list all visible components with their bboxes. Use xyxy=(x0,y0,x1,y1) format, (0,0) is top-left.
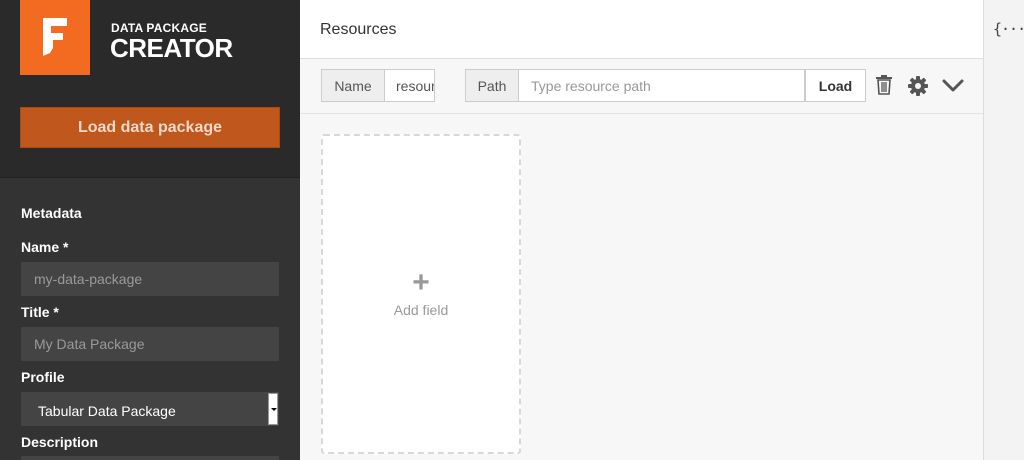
json-panel-strip: {···} xyxy=(983,0,1024,460)
resource-name-input[interactable] xyxy=(385,69,435,102)
logo[interactable] xyxy=(20,0,90,75)
path-addon: Path xyxy=(465,69,519,102)
load-resource-button[interactable]: Load xyxy=(805,69,866,102)
add-field-card[interactable]: + Add field xyxy=(321,134,521,454)
metadata-heading: Metadata xyxy=(21,205,82,221)
sidebar-header: DATA PACKAGE CREATOR Load data package xyxy=(0,0,300,178)
name-addon: Name xyxy=(321,69,385,102)
brand-title: CREATOR xyxy=(110,33,233,63)
add-field-label: Add field xyxy=(393,302,449,318)
json-code-icon[interactable]: {···} xyxy=(993,20,1024,38)
package-name-input[interactable] xyxy=(21,262,279,296)
description-label: Description xyxy=(21,434,99,450)
name-label: Name * xyxy=(21,239,69,255)
resource-path-input[interactable] xyxy=(519,69,805,102)
load-data-package-button[interactable]: Load data package xyxy=(20,107,280,148)
description-textarea[interactable] xyxy=(21,456,279,460)
profile-select[interactable]: Tabular Data Package xyxy=(21,392,279,426)
title-label: Title * xyxy=(21,304,59,320)
profile-label: Profile xyxy=(21,369,65,385)
chevron-down-icon[interactable] xyxy=(942,79,964,93)
profile-select-value: Tabular Data Package xyxy=(38,403,176,419)
trash-icon[interactable] xyxy=(876,75,892,95)
main-header: Resources xyxy=(300,0,983,59)
resource-toolbar: Name Path Load xyxy=(300,59,983,114)
sidebar: DATA PACKAGE CREATOR Load data package M… xyxy=(0,0,300,460)
frictionless-logo-icon xyxy=(43,18,67,56)
select-arrow-icon[interactable] xyxy=(268,393,278,425)
plus-icon: + xyxy=(412,266,430,299)
package-title-input[interactable] xyxy=(21,327,279,361)
page-title: Resources xyxy=(320,21,397,38)
gear-icon[interactable] xyxy=(908,76,928,96)
